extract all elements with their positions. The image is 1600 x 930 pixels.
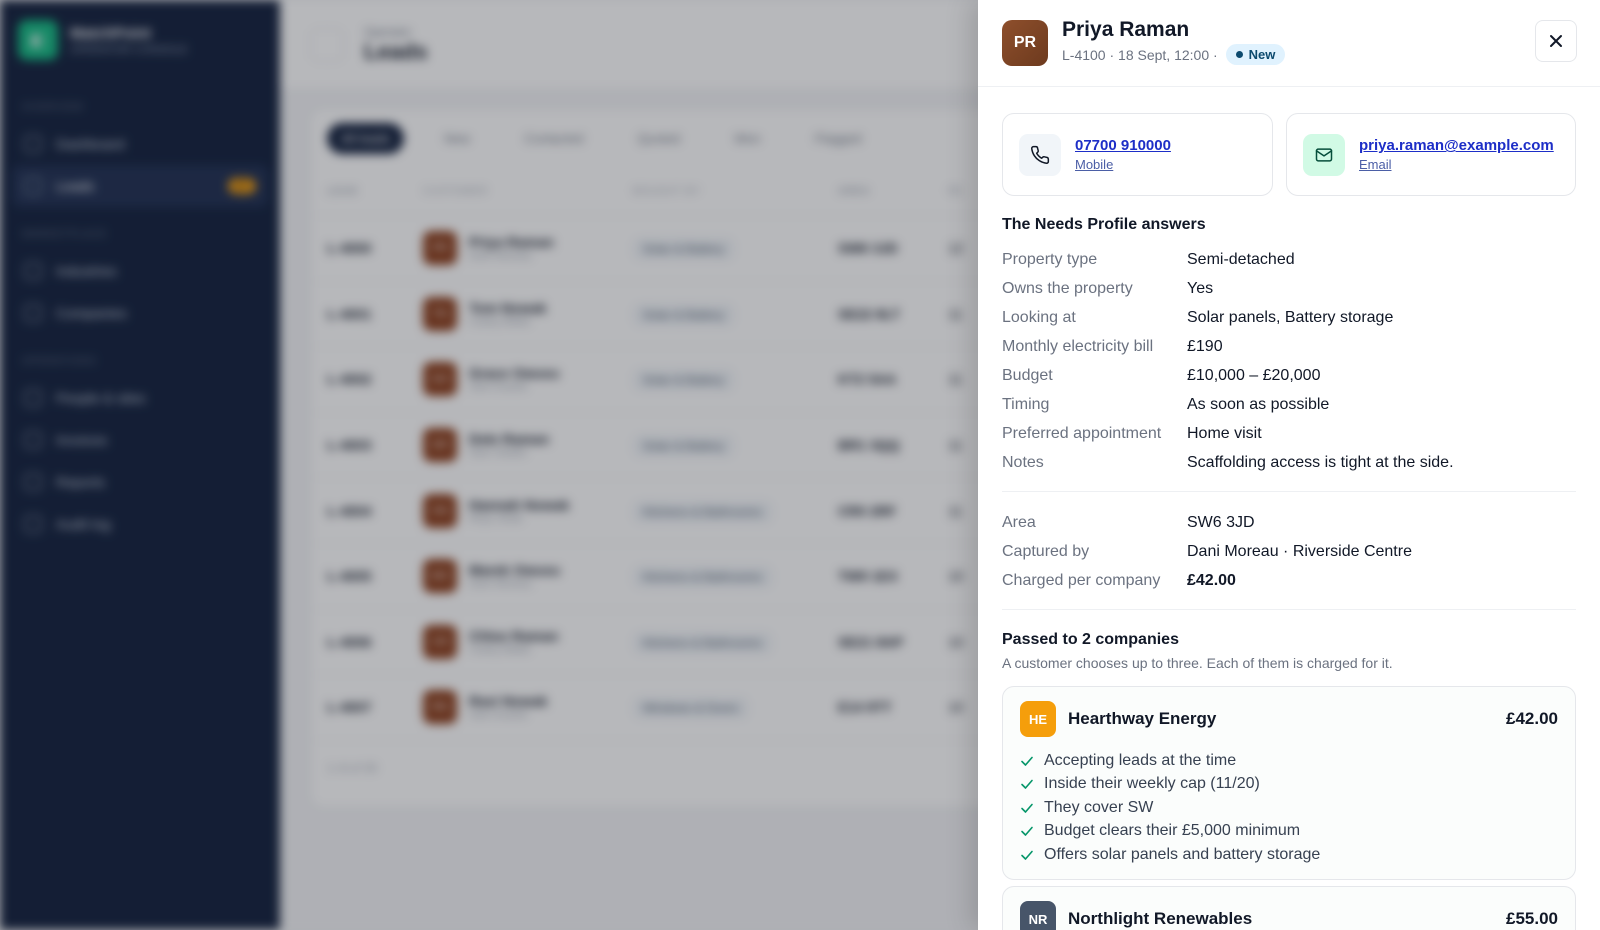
divider xyxy=(1002,609,1576,610)
detail-row: Area SW6 3JD xyxy=(1002,508,1576,537)
detail-value: SW6 3JD xyxy=(1187,513,1255,531)
company-header: NR Northlight Renewables £55.00 xyxy=(1003,887,1575,930)
mail-icon xyxy=(1303,133,1345,176)
lead-meta: L-4100 · 18 Sept, 12:00 · New xyxy=(1062,44,1286,65)
detail-label: Area xyxy=(1002,513,1036,531)
email-card[interactable]: priya.raman@example.com Email xyxy=(1286,113,1576,196)
check-icon xyxy=(1021,756,1033,766)
criteria-text: Offers solar panels and battery storage xyxy=(1044,845,1321,863)
company-name: Hearthway Energy xyxy=(1068,709,1217,728)
phone-icon xyxy=(1019,133,1061,176)
email-label[interactable]: Email xyxy=(1359,157,1559,172)
detail-row: Timing As soon as possible xyxy=(1002,390,1576,419)
company-logo: HE xyxy=(1020,701,1056,737)
company-logo: NR xyxy=(1020,901,1056,930)
phone-link[interactable]: 07700 910000 xyxy=(1075,137,1171,154)
phone-card[interactable]: 07700 910000 Mobile xyxy=(1002,113,1273,196)
detail-row: Looking at Solar panels, Battery storage xyxy=(1002,303,1576,332)
detail-label: Property type xyxy=(1002,250,1098,268)
criteria-item: Offers solar panels and battery storage xyxy=(1020,843,1558,867)
criteria-item: Accepting leads at the time xyxy=(1020,749,1558,773)
email-link[interactable]: priya.raman@example.com xyxy=(1359,137,1559,154)
detail-label: Looking at xyxy=(1002,308,1076,326)
detail-row: Notes Scaffolding access is tight at the … xyxy=(1002,448,1576,477)
needs-profile-title: The Needs Profile answers xyxy=(1002,216,1206,233)
detail-value: £10,000 – £20,000 xyxy=(1187,366,1321,384)
passed-subtitle: A customer chooses up to three. Each of … xyxy=(1002,655,1393,671)
detail-label: Charged per company xyxy=(1002,571,1161,589)
criteria-item: They cover SW xyxy=(1020,796,1558,820)
check-icon xyxy=(1021,850,1033,860)
detail-value: Solar panels, Battery storage xyxy=(1187,308,1394,326)
divider xyxy=(1002,491,1576,492)
lead-details-list: Area SW6 3JD Captured by Dani Moreau · Rive… xyxy=(1002,508,1576,595)
detail-label: Monthly electricity bill xyxy=(1002,337,1154,355)
criteria-text: They cover SW xyxy=(1044,798,1154,816)
detail-row: Monthly electricity bill £190 xyxy=(1002,332,1576,361)
close-icon xyxy=(1550,35,1562,47)
lead-detail-drawer: PR Priya Raman L-4100 · 18 Sept, 12:00 ·… xyxy=(978,0,1600,930)
detail-label: Notes xyxy=(1002,453,1044,471)
criteria-list: Accepting leads at the time Inside their … xyxy=(1003,749,1575,879)
phone-label[interactable]: Mobile xyxy=(1075,157,1171,172)
detail-label: Captured by xyxy=(1002,542,1090,560)
criteria-item: Inside their weekly cap (11/20) xyxy=(1020,773,1558,797)
criteria-item: Budget clears their £5,000 minimum xyxy=(1020,820,1558,844)
lead-meta-text: L-4100 · 18 Sept, 12:00 · xyxy=(1062,46,1218,63)
detail-value: Semi-detached xyxy=(1187,250,1295,268)
check-icon xyxy=(1021,826,1033,837)
company-card[interactable]: NR Northlight Renewables £55.00 xyxy=(1002,886,1576,930)
status-dot-icon xyxy=(1235,51,1243,58)
status-badge: New xyxy=(1225,44,1286,65)
detail-label: Owns the property xyxy=(1002,279,1133,297)
check-icon xyxy=(1021,779,1033,790)
detail-value: Yes xyxy=(1187,279,1214,297)
company-name: Northlight Renewables xyxy=(1068,909,1253,928)
detail-value: As soon as possible xyxy=(1187,395,1330,413)
check-icon xyxy=(1021,803,1033,813)
criteria-text: Budget clears their £5,000 minimum xyxy=(1044,822,1301,840)
detail-label: Timing xyxy=(1002,395,1050,413)
drawer-header: PR Priya Raman L-4100 · 18 Sept, 12:00 ·… xyxy=(978,0,1600,87)
detail-row: Property type Semi-detached xyxy=(1002,245,1576,274)
detail-row: Owns the property Yes xyxy=(1002,274,1576,303)
close-button[interactable] xyxy=(1535,20,1577,62)
detail-row: Budget £10,000 – £20,000 xyxy=(1002,361,1576,390)
contact-row: 07700 910000 Mobile priya.raman@example.… xyxy=(1002,113,1576,196)
detail-value: Scaffolding access is tight at the side. xyxy=(1187,453,1454,471)
customer-name: Priya Raman xyxy=(1062,18,1190,41)
company-price: £42.00 xyxy=(1506,709,1558,728)
detail-value: Dani Moreau · Riverside Centre xyxy=(1187,542,1412,560)
detail-value: £190 xyxy=(1187,337,1223,355)
detail-value: Home visit xyxy=(1187,424,1262,442)
company-price: £55.00 xyxy=(1506,909,1558,928)
detail-value: £42.00 xyxy=(1187,571,1236,589)
detail-label: Budget xyxy=(1002,366,1053,384)
avatar: PR xyxy=(1002,20,1048,66)
detail-row: Charged per company £42.00 xyxy=(1002,566,1576,595)
detail-row: Captured by Dani Moreau · Riverside Centr… xyxy=(1002,537,1576,566)
needs-profile-list: Property type Semi-detached Owns the prope… xyxy=(1002,245,1576,477)
company-card[interactable]: HE Hearthway Energy £42.00 Accepting leads … xyxy=(1002,686,1576,880)
passed-title: Passed to 2 companies xyxy=(1002,631,1179,648)
criteria-text: Inside their weekly cap (11/20) xyxy=(1044,775,1260,793)
company-header: HE Hearthway Energy £42.00 xyxy=(1003,687,1575,749)
detail-label: Preferred appointment xyxy=(1002,424,1162,442)
criteria-text: Accepting leads at the time xyxy=(1044,751,1237,769)
status-label: New xyxy=(1248,47,1276,62)
detail-row: Preferred appointment Home visit xyxy=(1002,419,1576,448)
